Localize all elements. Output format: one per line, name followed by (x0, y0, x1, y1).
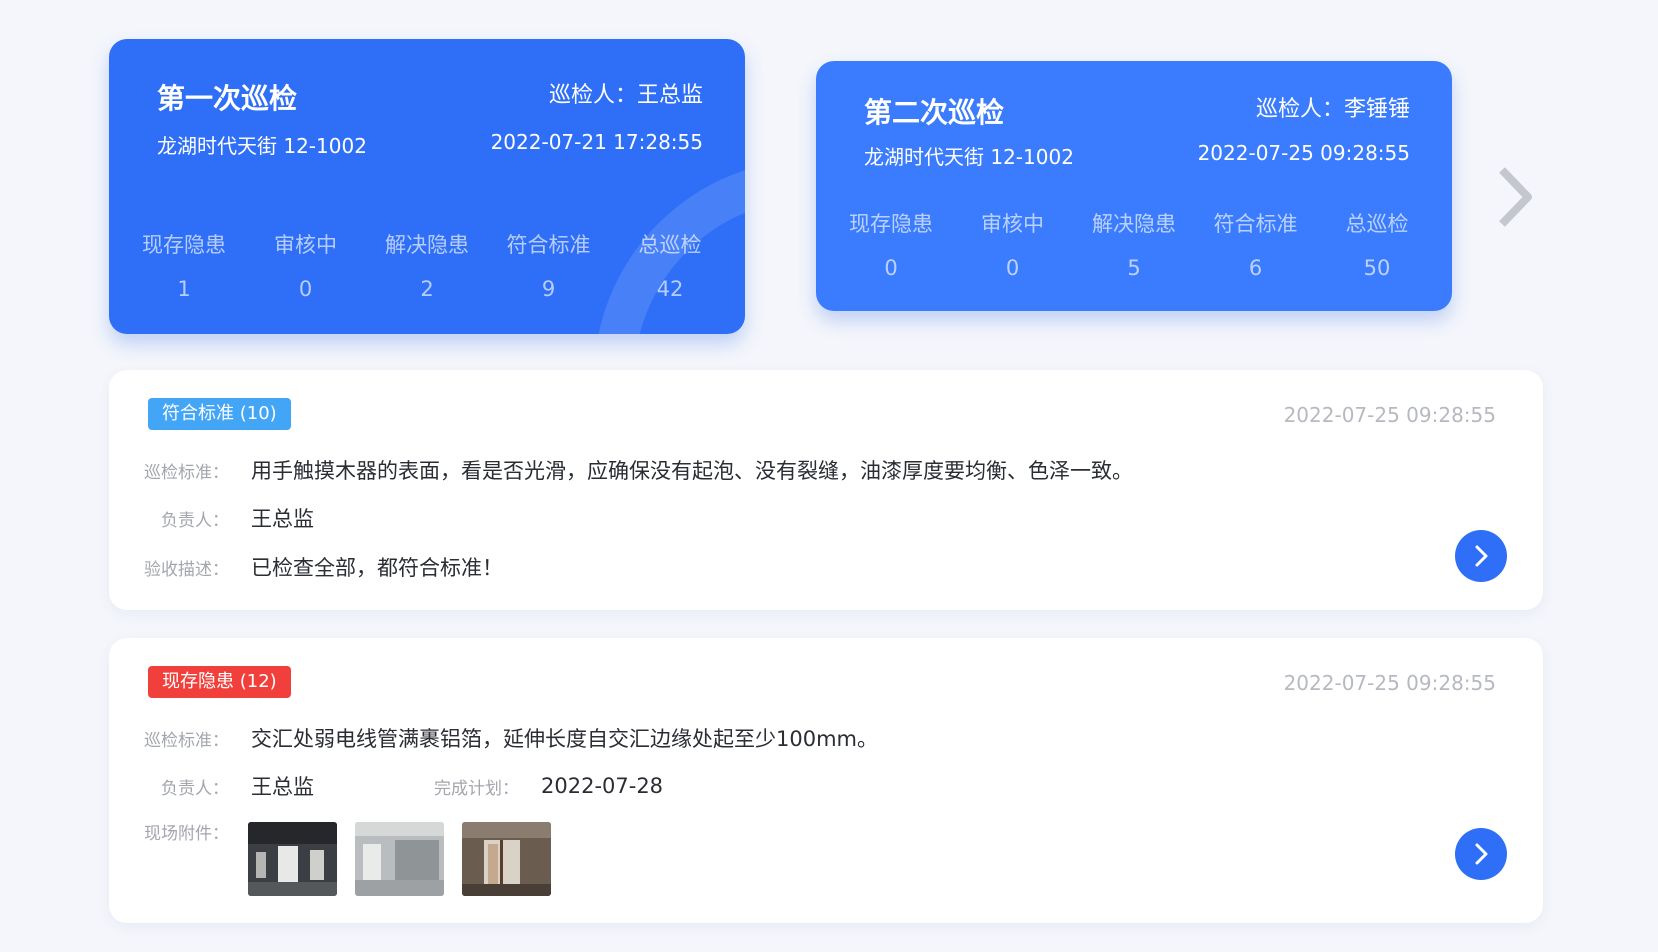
standard-label: 巡检标准： (144, 730, 229, 751)
stat-current-hazards: 现存隐患 0 (836, 208, 946, 280)
inspector-name: 巡检人：李锤锤 (1255, 97, 1410, 122)
record-detail-button[interactable] (1455, 828, 1507, 880)
inspection-address: 龙湖时代天街 12-1002 (157, 134, 367, 158)
inspection-stats: 现存隐患 1 审核中 0 解决隐患 2 符合标准 9 总巡检 42 (129, 229, 725, 301)
stat-compliant: 符合标准 9 (494, 229, 604, 301)
stat-value: 9 (541, 277, 556, 301)
owner-row: 负责人： 王总监 完成计划： 2022-07-28 (109, 771, 663, 801)
stat-resolved-hazards: 解决隐患 5 (1079, 208, 1189, 280)
stat-value: 6 (1248, 256, 1263, 280)
description-text: 已检查全部，都符合标准！ (251, 556, 503, 580)
stat-current-hazards: 现存隐患 1 (129, 229, 239, 301)
standard-text: 交汇处弱电线管满裹铝箔，延伸长度自交汇边缘处起至少100mm。 (251, 727, 878, 751)
owner-label: 负责人： (161, 778, 229, 799)
standard-text: 用手触摸木器的表面，看是否光滑，应确保没有起泡、没有裂缝，油漆厚度要均衡、色泽一… (251, 459, 1133, 483)
record-time: 2022-07-25 09:28:55 (1283, 671, 1496, 695)
stat-label: 解决隐患 (1092, 212, 1176, 236)
inspection-record-hazard: 现存隐患 (12) 2022-07-25 09:28:55 巡检标准： 交汇处弱… (109, 638, 1543, 923)
attachment-thumbnails (248, 822, 551, 896)
plan-date: 2022-07-28 (541, 774, 664, 798)
stat-compliant: 符合标准 6 (1201, 208, 1311, 280)
stat-label: 符合标准 (1213, 212, 1298, 236)
stat-total: 总巡检 42 (615, 229, 725, 301)
stat-value: 50 (1363, 256, 1391, 280)
record-time: 2022-07-25 09:28:55 (1283, 403, 1496, 427)
standard-row: 巡检标准： 交汇处弱电线管满裹铝箔，延伸长度自交汇边缘处起至少100mm。 (109, 723, 878, 753)
stat-value: 0 (298, 277, 313, 301)
stat-total: 总巡检 50 (1322, 208, 1432, 280)
stat-value: 0 (884, 256, 898, 280)
stat-label: 符合标准 (506, 233, 591, 257)
record-detail-button[interactable] (1455, 530, 1507, 582)
inspection-time: 2022-07-21 17:28:55 (490, 130, 703, 154)
status-badge-hazard: 现存隐患 (12) (148, 666, 291, 698)
stat-label: 审核中 (981, 212, 1044, 236)
inspection-address: 龙湖时代天街 12-1002 (864, 145, 1074, 169)
stat-label: 总巡检 (1345, 212, 1409, 236)
owner-name: 王总监 (251, 775, 314, 799)
inspector-name: 巡检人：王总监 (548, 83, 703, 108)
site-photo-thumbnail[interactable] (355, 822, 444, 896)
stat-value: 2 (420, 277, 434, 301)
standard-label: 巡检标准： (144, 462, 229, 483)
chevron-right-icon (1499, 167, 1532, 227)
stat-resolved-hazards: 解决隐患 2 (372, 229, 482, 301)
owner-name: 王总监 (251, 507, 314, 531)
owner-row: 负责人： 王总监 (109, 503, 314, 533)
stat-label: 审核中 (274, 233, 337, 257)
site-photo-thumbnail[interactable] (462, 822, 551, 896)
stat-value: 5 (1127, 256, 1141, 280)
chevron-right-icon (1475, 843, 1488, 865)
chevron-right-icon (1475, 545, 1488, 567)
inspection-record-compliant: 符合标准 (10) 2022-07-25 09:28:55 巡检标准： 用手触摸… (109, 370, 1543, 610)
stat-under-review: 审核中 0 (251, 229, 361, 301)
inspection-time: 2022-07-25 09:28:55 (1197, 141, 1410, 165)
stat-value: 0 (1005, 256, 1020, 280)
plan-label: 完成计划： (434, 778, 519, 799)
stat-label: 解决隐患 (385, 233, 469, 257)
stat-under-review: 审核中 0 (958, 208, 1068, 280)
stat-value: 42 (656, 277, 684, 301)
inspection-stats: 现存隐患 0 审核中 0 解决隐患 5 符合标准 6 总巡检 50 (836, 208, 1432, 280)
stat-label: 现存隐患 (849, 212, 933, 236)
stat-label: 总巡检 (638, 233, 702, 257)
attachments-row: 现场附件： (109, 819, 229, 849)
stat-label: 现存隐患 (142, 233, 226, 257)
description-label: 验收描述： (144, 559, 229, 580)
owner-label: 负责人： (161, 510, 229, 531)
stat-value: 1 (177, 277, 191, 301)
description-row: 验收描述： 已检查全部，都符合标准！ (109, 552, 503, 582)
next-inspection-button[interactable] (1490, 162, 1540, 232)
inspection-title: 第二次巡检 (864, 96, 1005, 129)
inspection-card-2[interactable]: 第二次巡检 巡检人：李锤锤 龙湖时代天街 12-1002 2022-07-25 … (816, 61, 1452, 311)
standard-row: 巡检标准： 用手触摸木器的表面，看是否光滑，应确保没有起泡、没有裂缝，油漆厚度要… (109, 455, 1133, 485)
attachments-label: 现场附件： (144, 824, 229, 844)
inspection-title: 第一次巡检 (157, 82, 298, 115)
site-photo-thumbnail[interactable] (248, 822, 337, 896)
inspection-card-1[interactable]: 第一次巡检 巡检人：王总监 龙湖时代天街 12-1002 2022-07-21 … (109, 39, 745, 334)
status-badge-compliant: 符合标准 (10) (148, 398, 291, 430)
